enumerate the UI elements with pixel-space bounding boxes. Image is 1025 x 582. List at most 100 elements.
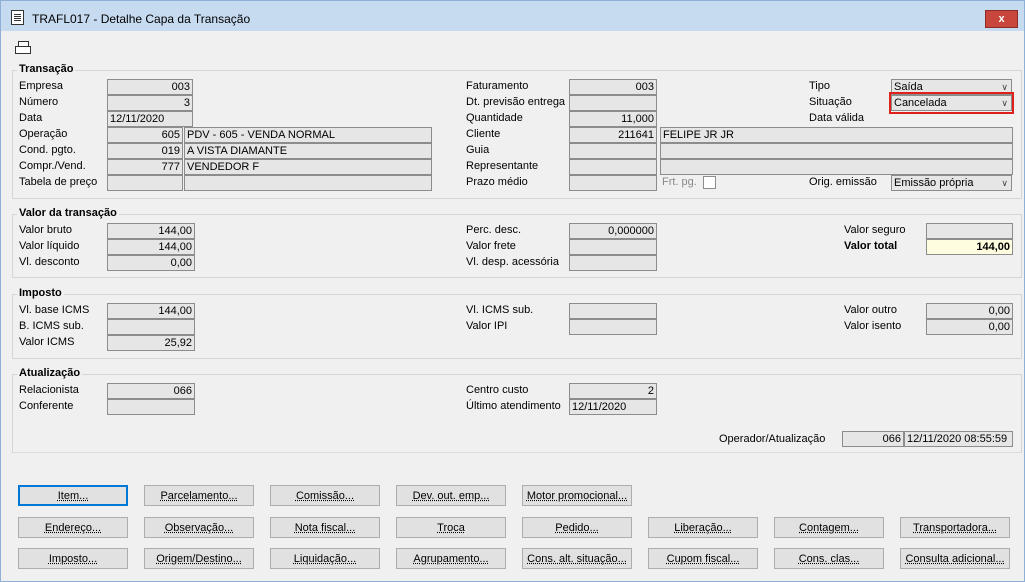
representante-code-field[interactable] xyxy=(569,159,657,175)
frete-label: Valor frete xyxy=(466,240,516,252)
bruto-field[interactable]: 144,00 xyxy=(107,223,195,239)
troca-button[interactable]: Troca xyxy=(396,517,506,538)
cond-code-field[interactable]: 019 xyxy=(107,143,183,159)
comissao-button[interactable]: Comissão... xyxy=(270,485,380,506)
ultimo-field[interactable]: 12/11/2020 xyxy=(569,399,657,415)
group-title: Valor da transação xyxy=(17,207,119,219)
despesa-field[interactable] xyxy=(569,255,657,271)
divider xyxy=(11,452,1021,453)
highlight-box xyxy=(889,92,1014,114)
operacao-code-field[interactable]: 605 xyxy=(107,127,183,143)
total-label: Valor total xyxy=(844,240,898,252)
liquidacao-button[interactable]: Liquidação... xyxy=(270,548,380,569)
tabela-code-field[interactable] xyxy=(107,175,183,191)
empresa-field[interactable]: 003 xyxy=(107,79,193,95)
frete-field[interactable] xyxy=(569,239,657,255)
parcelamento-button[interactable]: Parcelamento... xyxy=(144,485,254,506)
item-button[interactable]: Item... xyxy=(18,485,128,506)
frt-checkbox[interactable] xyxy=(703,176,716,189)
seguro-label: Valor seguro xyxy=(844,224,906,236)
datavalida-label: Data válida xyxy=(809,112,865,124)
close-button[interactable]: x xyxy=(985,10,1018,28)
button-label: Cons. clas... xyxy=(798,553,860,565)
nota-fiscal-button[interactable]: Nota fiscal... xyxy=(270,517,380,538)
cons-alt-situacao-button[interactable]: Cons. alt. situação... xyxy=(522,548,632,569)
imposto-button[interactable]: Imposto... xyxy=(18,548,128,569)
relacionista-label: Relacionista xyxy=(19,384,79,396)
button-label: Contagem... xyxy=(799,522,859,534)
operacao-label: Operação xyxy=(19,128,68,140)
base-field[interactable]: 144,00 xyxy=(107,303,195,319)
cliente-code-field[interactable]: 211641 xyxy=(569,127,657,143)
cliente-label: Cliente xyxy=(466,128,501,140)
dtprev-field[interactable] xyxy=(569,95,657,111)
operador-datetime-field[interactable]: 12/11/2020 08:55:59 xyxy=(904,431,1013,447)
button-label: Imposto... xyxy=(48,553,98,565)
numero-field[interactable]: 3 xyxy=(107,95,193,111)
group-title: Transação xyxy=(17,63,76,75)
quantidade-field[interactable]: 11,000 xyxy=(569,111,657,127)
contagem-button[interactable]: Contagem... xyxy=(774,517,884,538)
button-label: Liberação... xyxy=(674,522,732,534)
button-label: Comissão... xyxy=(295,490,355,502)
ipi-label: Valor IPI xyxy=(466,320,508,332)
cupom-fiscal-button[interactable]: Cupom fiscal... xyxy=(648,548,758,569)
window-title: TRAFL017 - Detalhe Capa da Transação xyxy=(32,12,251,26)
tipo-label: Tipo xyxy=(809,80,830,92)
guia-code-field[interactable] xyxy=(569,143,657,159)
cons-clas-button[interactable]: Cons. clas... xyxy=(774,548,884,569)
chevron-down-icon[interactable]: ∨ xyxy=(1001,176,1008,190)
empresa-label: Empresa xyxy=(19,80,64,92)
perc-field[interactable]: 0,000000 xyxy=(569,223,657,239)
isento-field[interactable]: 0,00 xyxy=(926,319,1013,335)
dev-out-emp-button[interactable]: Dev. out. emp... xyxy=(396,485,506,506)
cliente-name-field[interactable]: FELIPE JR JR xyxy=(660,127,1013,143)
orig-select[interactable]: Emissão própria ∨ xyxy=(891,175,1012,191)
bsub-field[interactable] xyxy=(107,319,195,335)
observacao-button[interactable]: Observação... xyxy=(144,517,254,538)
tabela-desc-field[interactable] xyxy=(184,175,432,191)
group-title: Atualização xyxy=(17,367,83,379)
liberacao-button[interactable]: Liberação... xyxy=(648,517,758,538)
button-label: Agrupamento... xyxy=(413,553,489,565)
relacionista-field[interactable]: 066 xyxy=(107,383,195,399)
faturamento-label: Faturamento xyxy=(466,80,529,92)
operacao-desc-field[interactable]: PDV - 605 - VENDA NORMAL xyxy=(184,127,432,143)
title-bar: TRAFL017 - Detalhe Capa da Transação x xyxy=(1,1,1024,31)
ipi-field[interactable] xyxy=(569,319,657,335)
cond-desc-field[interactable]: A VISTA DIAMANTE xyxy=(184,143,432,159)
representante-desc-field[interactable] xyxy=(660,159,1013,175)
desconto-field[interactable]: 0,00 xyxy=(107,255,195,271)
base-label: Vl. base ICMS xyxy=(19,304,90,316)
endereco-button[interactable]: Endereço... xyxy=(18,517,128,538)
motor-promocional-button[interactable]: Motor promocional... xyxy=(522,485,632,506)
icmssub-label: Vl. ICMS sub. xyxy=(466,304,534,316)
icms-field[interactable]: 25,92 xyxy=(107,335,195,351)
guia-desc-field[interactable] xyxy=(660,143,1013,159)
compr-code-field[interactable]: 777 xyxy=(107,159,183,175)
transportadora-button[interactable]: Transportadora... xyxy=(900,517,1010,538)
icmssub-field[interactable] xyxy=(569,303,657,319)
agrupamento-button[interactable]: Agrupamento... xyxy=(396,548,506,569)
printer-icon[interactable] xyxy=(15,41,31,55)
conferente-field[interactable] xyxy=(107,399,195,415)
orig-label: Orig. emissão xyxy=(809,176,877,188)
data-field[interactable]: 12/11/2020 xyxy=(107,111,193,127)
seguro-field[interactable] xyxy=(926,223,1013,239)
centro-field[interactable]: 2 xyxy=(569,383,657,399)
outro-label: Valor outro xyxy=(844,304,897,316)
liquido-field[interactable]: 144,00 xyxy=(107,239,195,255)
pedido-button[interactable]: Pedido... xyxy=(522,517,632,538)
compr-desc-field[interactable]: VENDEDOR F xyxy=(184,159,432,175)
operador-field[interactable]: 066 xyxy=(842,431,904,447)
button-label: Cons. alt. situação... xyxy=(527,553,627,565)
origem-destino-button[interactable]: Origem/Destino... xyxy=(144,548,254,569)
total-field[interactable]: 144,00 xyxy=(926,239,1013,255)
faturamento-field[interactable]: 003 xyxy=(569,79,657,95)
button-label: Consulta adicional... xyxy=(905,553,1005,565)
liquido-label: Valor líquido xyxy=(19,240,80,252)
consulta-adicional-button[interactable]: Consulta adicional... xyxy=(900,548,1010,569)
bruto-label: Valor bruto xyxy=(19,224,72,236)
prazo-field[interactable] xyxy=(569,175,657,191)
outro-field[interactable]: 0,00 xyxy=(926,303,1013,319)
